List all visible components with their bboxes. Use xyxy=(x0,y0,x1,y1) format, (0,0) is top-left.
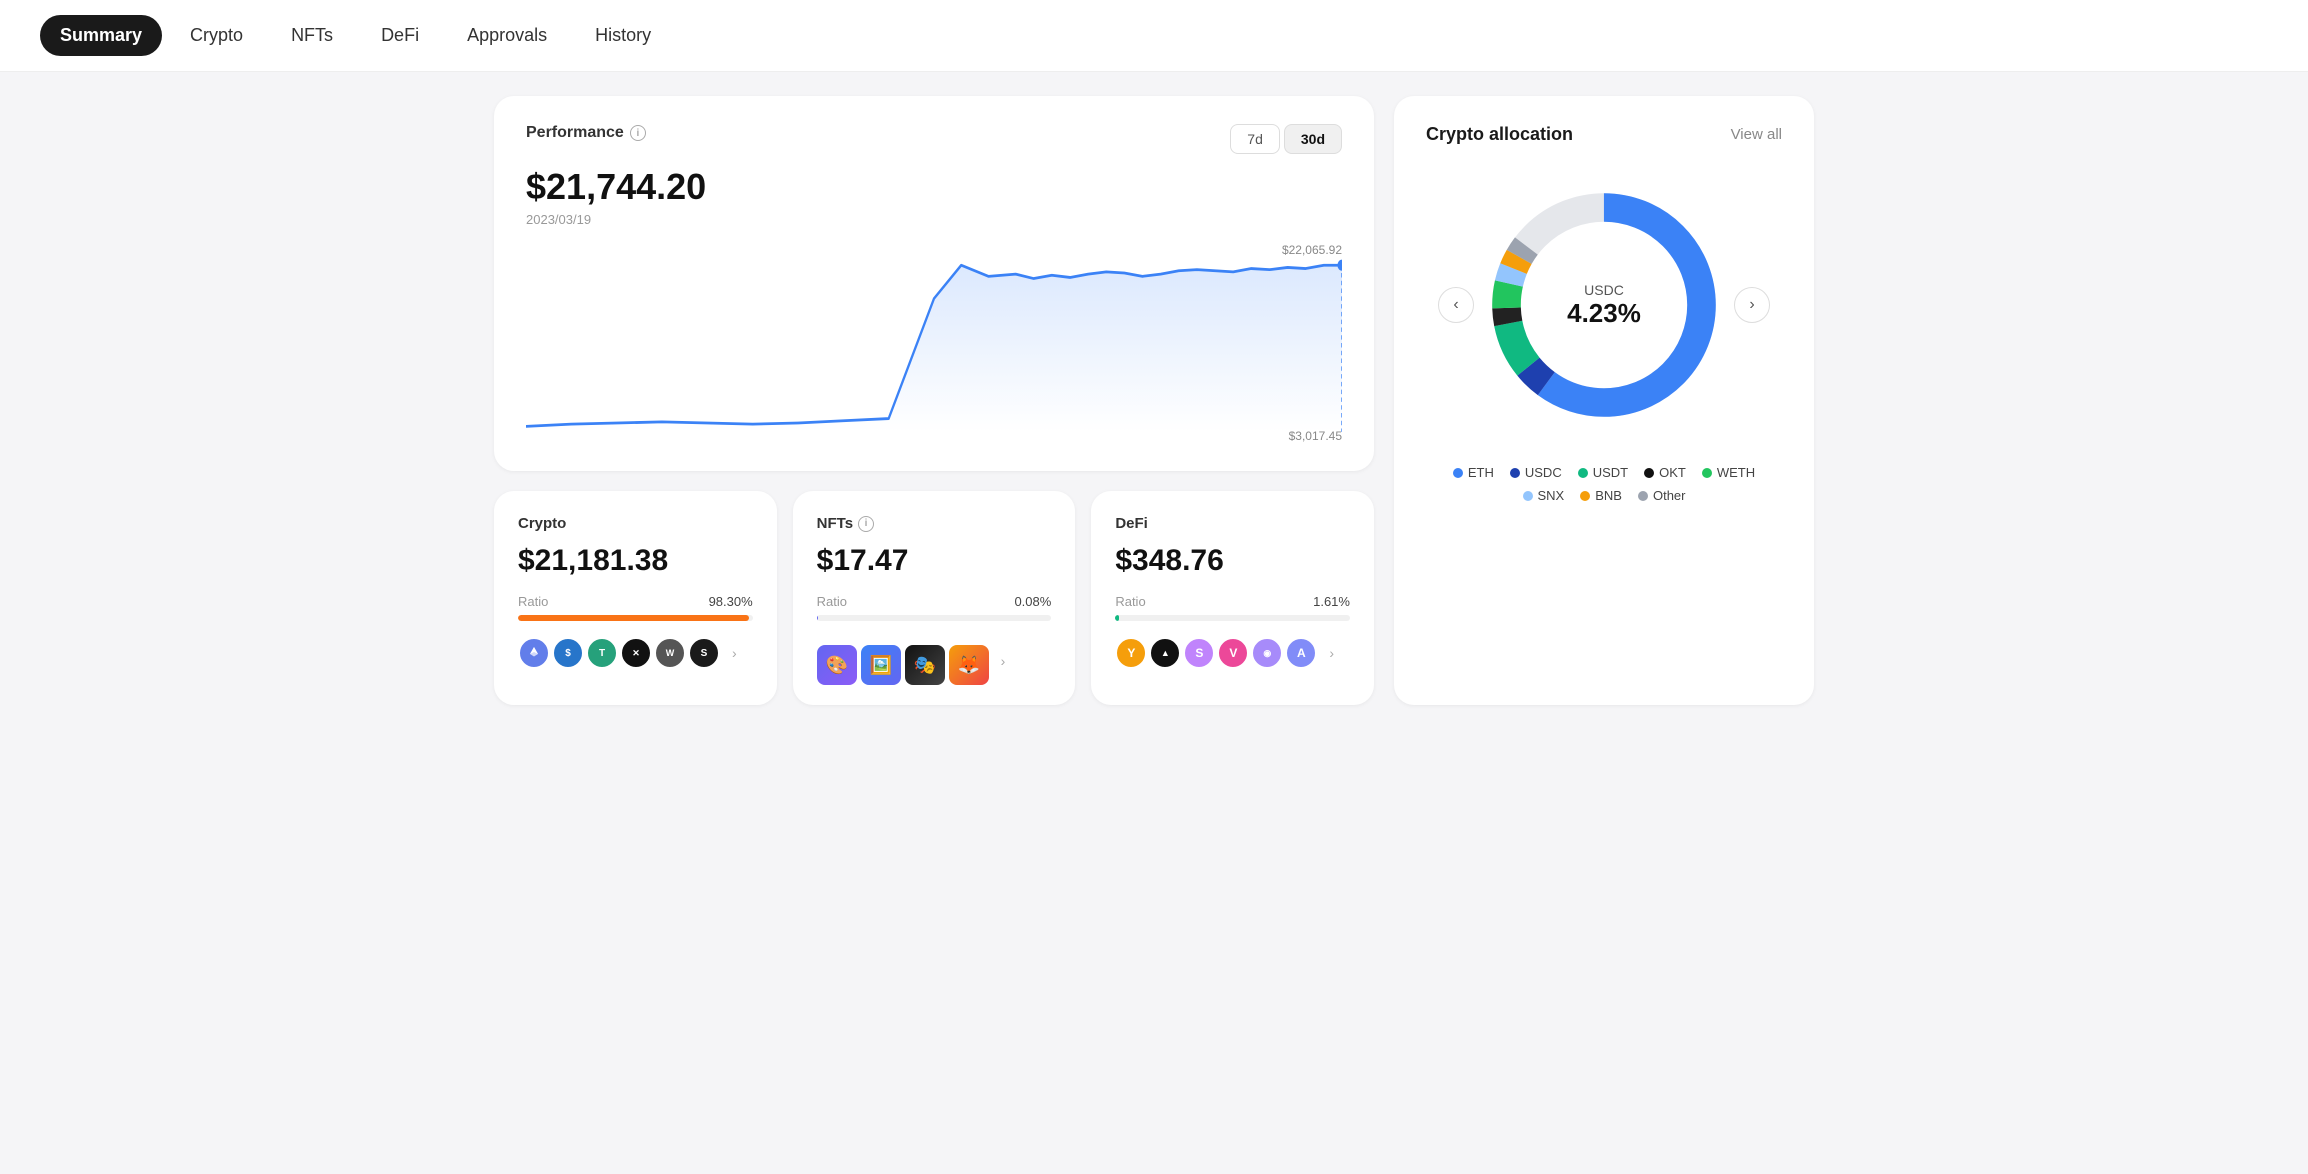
crypto-ratio-row: Ratio 98.30% xyxy=(518,594,753,609)
performance-header: Performance i 7d 30d xyxy=(526,124,1342,154)
chart-max-label: $22,065.92 xyxy=(1282,243,1342,257)
crypto-chevron-icon[interactable]: › xyxy=(732,645,737,661)
nav-crypto[interactable]: Crypto xyxy=(170,15,263,56)
performance-chart: $22,065.92 $3,017.45 xyxy=(526,243,1342,443)
defi-ratio-row: Ratio 1.61% xyxy=(1115,594,1350,609)
allocation-title: Crypto allocation xyxy=(1426,124,1573,145)
nft-thumb-2: 🖼️ xyxy=(861,645,901,685)
defi-mini-card: DeFi $348.76 Ratio 1.61% Y ▲ S V ◉ A › xyxy=(1091,491,1374,705)
crypto-card-title: Crypto xyxy=(518,515,753,532)
performance-date: 2023/03/19 xyxy=(526,212,1342,227)
defi-progress-fill xyxy=(1115,615,1119,621)
defi-card-value: $348.76 xyxy=(1115,544,1350,578)
defi-token-3: S xyxy=(1183,637,1215,669)
legend-snx-dot xyxy=(1523,491,1533,501)
performance-title: Performance i xyxy=(526,124,646,142)
allocation-next-button[interactable]: › xyxy=(1734,287,1770,323)
legend-weth: WETH xyxy=(1702,465,1755,480)
nfts-mini-card: NFTs i $17.47 Ratio 0.08% 🎨 🖼️ xyxy=(793,491,1076,705)
legend-usdt: USDT xyxy=(1578,465,1628,480)
legend-other-dot xyxy=(1638,491,1648,501)
performance-info-icon[interactable]: i xyxy=(630,125,646,141)
nfts-progress-bg xyxy=(817,615,1052,621)
crypto-progress-fill xyxy=(518,615,749,621)
crypto-card-value: $21,181.38 xyxy=(518,544,753,578)
defi-token-4: V xyxy=(1217,637,1249,669)
nfts-chevron-icon[interactable]: › xyxy=(1001,653,1006,669)
allocation-nav: ‹ xyxy=(1426,175,1782,435)
nfts-card-title: NFTs i xyxy=(817,515,1052,532)
defi-ratio-label: Ratio xyxy=(1115,594,1145,609)
donut-wrapper: USDC 4.23% xyxy=(1474,175,1734,435)
time-30d[interactable]: 30d xyxy=(1284,124,1342,154)
defi-token-row: Y ▲ S V ◉ A › xyxy=(1115,637,1350,669)
chart-svg xyxy=(526,243,1342,443)
main-nav: Summary Crypto NFTs DeFi Approvals Histo… xyxy=(0,0,2308,72)
defi-token-2: ▲ xyxy=(1149,637,1181,669)
defi-token-1: Y xyxy=(1115,637,1147,669)
nav-history[interactable]: History xyxy=(575,15,671,56)
legend-bnb: BNB xyxy=(1580,488,1622,503)
allocation-card: Crypto allocation View all ‹ xyxy=(1394,96,1814,705)
chart-min-label: $3,017.45 xyxy=(1289,429,1342,443)
defi-token-5: ◉ xyxy=(1251,637,1283,669)
token-usdc-icon: $ xyxy=(552,637,584,669)
defi-token-6: A xyxy=(1285,637,1317,669)
legend-okt: OKT xyxy=(1644,465,1686,480)
defi-card-title: DeFi xyxy=(1115,515,1350,532)
legend-weth-dot xyxy=(1702,468,1712,478)
token-s-icon: S xyxy=(688,637,720,669)
legend-usdt-dot xyxy=(1578,468,1588,478)
crypto-token-row: $ T ✕ W S › xyxy=(518,637,753,669)
performance-value: $21,744.20 xyxy=(526,166,1342,208)
nft-thumbnails: 🎨 🖼️ 🎭 🦊 xyxy=(817,645,989,685)
nfts-info-icon[interactable]: i xyxy=(858,516,874,532)
donut-svg xyxy=(1474,175,1734,435)
nav-approvals[interactable]: Approvals xyxy=(447,15,567,56)
nav-summary[interactable]: Summary xyxy=(40,15,162,56)
nav-nfts[interactable]: NFTs xyxy=(271,15,353,56)
token-okt-icon: ✕ xyxy=(620,637,652,669)
crypto-ratio-label: Ratio xyxy=(518,594,548,609)
token-usdt-icon: T xyxy=(586,637,618,669)
crypto-mini-card: Crypto $21,181.38 Ratio 98.30% $ T xyxy=(494,491,777,705)
performance-card: Performance i 7d 30d $21,744.20 2023/03/… xyxy=(494,96,1374,471)
defi-chevron-icon[interactable]: › xyxy=(1329,645,1334,661)
defi-ratio-pct: 1.61% xyxy=(1313,594,1350,609)
token-eth-icon xyxy=(518,637,550,669)
token-weth-icon: W xyxy=(654,637,686,669)
chart-area xyxy=(526,265,1342,432)
nfts-progress-fill xyxy=(817,615,818,621)
crypto-ratio-pct: 98.30% xyxy=(709,594,753,609)
legend-usdc: USDC xyxy=(1510,465,1562,480)
legend-eth-dot xyxy=(1453,468,1463,478)
allocation-header: Crypto allocation View all xyxy=(1426,124,1782,145)
defi-progress-bg xyxy=(1115,615,1350,621)
allocation-prev-button[interactable]: ‹ xyxy=(1438,287,1474,323)
nav-defi[interactable]: DeFi xyxy=(361,15,439,56)
nfts-token-row: 🎨 🖼️ 🎭 🦊 › xyxy=(817,637,1052,685)
nfts-ratio-label: Ratio xyxy=(817,594,847,609)
legend-eth: ETH xyxy=(1453,465,1494,480)
nft-thumb-3: 🎭 xyxy=(905,645,945,685)
main-content: Performance i 7d 30d $21,744.20 2023/03/… xyxy=(454,72,1854,729)
nft-thumb-4: 🦊 xyxy=(949,645,989,685)
legend-snx: SNX xyxy=(1523,488,1565,503)
legend-okt-dot xyxy=(1644,468,1654,478)
nfts-ratio-row: Ratio 0.08% xyxy=(817,594,1052,609)
crypto-progress-bg xyxy=(518,615,753,621)
nfts-ratio-pct: 0.08% xyxy=(1014,594,1051,609)
allocation-legend: ETH USDC USDT OKT WETH SNX xyxy=(1426,465,1782,503)
legend-usdc-dot xyxy=(1510,468,1520,478)
bottom-cards: Crypto $21,181.38 Ratio 98.30% $ T xyxy=(494,491,1374,705)
time-buttons: 7d 30d xyxy=(1230,124,1342,154)
legend-bnb-dot xyxy=(1580,491,1590,501)
legend-other: Other xyxy=(1638,488,1686,503)
nft-thumb-1: 🎨 xyxy=(817,645,857,685)
time-7d[interactable]: 7d xyxy=(1230,124,1280,154)
nfts-card-value: $17.47 xyxy=(817,544,1052,578)
view-all-button[interactable]: View all xyxy=(1731,126,1782,143)
